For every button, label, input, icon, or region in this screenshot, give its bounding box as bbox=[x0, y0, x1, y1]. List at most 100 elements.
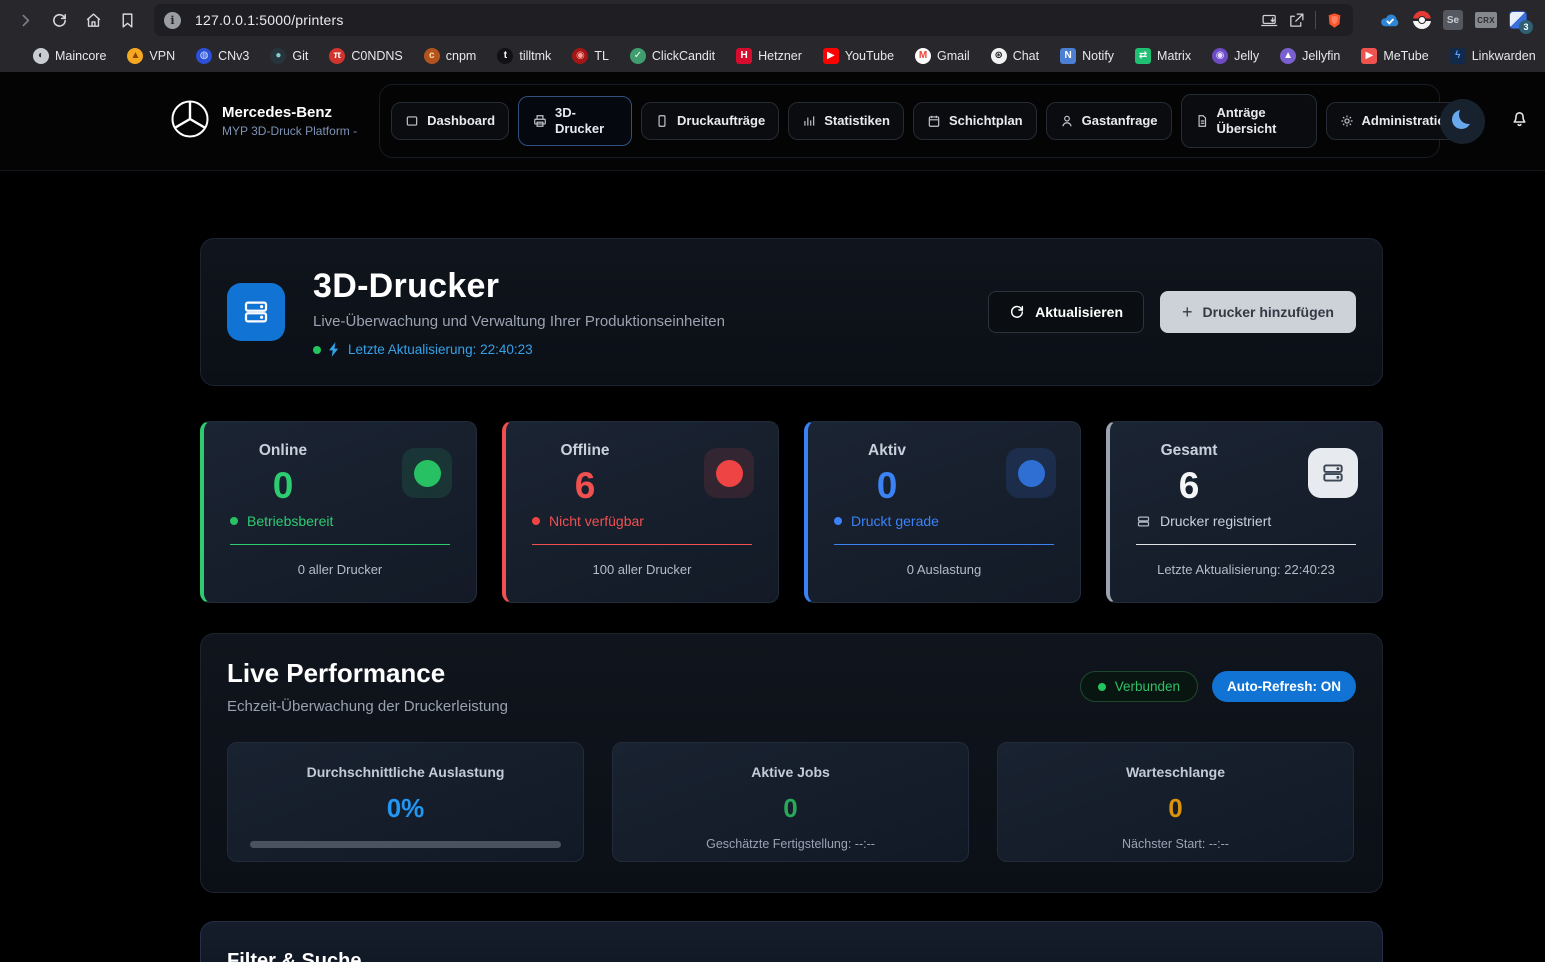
bookmark-label: Jellyfin bbox=[1302, 49, 1340, 63]
bookmark-item[interactable]: M Gmail bbox=[915, 48, 970, 64]
bookmark-item[interactable]: H Hetzner bbox=[736, 48, 802, 64]
divider bbox=[532, 544, 752, 545]
refresh-button[interactable]: Aktualisieren bbox=[988, 291, 1144, 333]
tab-group: Dashboard 3D-Drucker Druckaufträge Stati… bbox=[379, 84, 1440, 159]
bookmark-favicon: ⊛ bbox=[991, 48, 1007, 64]
printer-server-icon bbox=[1136, 514, 1151, 529]
page-subtitle: Live-Überwachung und Verwaltung Ihrer Pr… bbox=[313, 313, 725, 330]
bookmark-label: Linkwarden bbox=[1472, 49, 1536, 63]
tab-schichtplan[interactable]: Schichtplan bbox=[913, 102, 1037, 140]
filter-search-card: Filter & Suche bbox=[200, 921, 1383, 962]
tab-statistiken[interactable]: Statistiken bbox=[788, 102, 904, 140]
status-dot bbox=[532, 517, 540, 525]
browser-toolbar: i 127.0.0.1:5000/printers Se CRX 3 bbox=[0, 0, 1545, 40]
bookmark-label: Gmail bbox=[937, 49, 970, 63]
calendar-icon bbox=[927, 114, 941, 128]
live-performance-title: Live Performance bbox=[227, 658, 508, 689]
online-status-icon bbox=[402, 448, 452, 498]
bookmark-item[interactable]: π C0NDNS bbox=[329, 48, 402, 64]
live-performance-card: Live Performance Echzeit-Überwachung der… bbox=[200, 633, 1383, 893]
requests-icon bbox=[1195, 114, 1209, 128]
pokeball-icon[interactable] bbox=[1413, 11, 1431, 29]
bookmark-label: C0NDNS bbox=[351, 49, 402, 63]
guest-icon bbox=[1060, 114, 1074, 128]
divider bbox=[1136, 544, 1356, 545]
wallet-icon[interactable]: 3 bbox=[1509, 11, 1527, 29]
bookmark-favicon: H bbox=[736, 48, 752, 64]
bookmark-favicon: ▶ bbox=[1361, 48, 1377, 64]
share-icon[interactable] bbox=[1288, 12, 1305, 29]
bookmark-label: CNv3 bbox=[218, 49, 249, 63]
cloud-check-icon[interactable] bbox=[1379, 11, 1401, 29]
send-to-device-icon[interactable] bbox=[1261, 12, 1278, 29]
divider bbox=[230, 544, 450, 545]
tab-dashboard[interactable]: Dashboard bbox=[391, 102, 509, 140]
bookmark-item[interactable]: N Notify bbox=[1060, 48, 1114, 64]
offline-status-icon bbox=[704, 448, 754, 498]
aktiv-status-icon bbox=[1006, 448, 1056, 498]
refresh-icon bbox=[1009, 304, 1025, 320]
tab-gastanfrage[interactable]: Gastanfrage bbox=[1046, 102, 1172, 140]
bookmark-item[interactable]: ● Git bbox=[270, 48, 308, 64]
bookmark-favicon: ⇄ bbox=[1135, 48, 1151, 64]
theme-toggle[interactable] bbox=[1440, 99, 1485, 144]
printer-server-icon bbox=[1308, 448, 1358, 498]
bookmarks-bar: ◐ Maincore ▲ VPN ◍ CNv3 ● Git π C0NDNS c… bbox=[0, 40, 1545, 72]
tab-antraege-uebersicht[interactable]: Anträge Übersicht bbox=[1181, 94, 1317, 149]
bookmark-favicon: ϟ bbox=[1450, 48, 1466, 64]
forward-icon[interactable] bbox=[10, 5, 40, 35]
dashboard-icon bbox=[405, 114, 419, 128]
tab-3d-drucker[interactable]: 3D-Drucker bbox=[518, 96, 632, 147]
url-bar[interactable]: i 127.0.0.1:5000/printers bbox=[154, 4, 1353, 36]
bookmark-item[interactable]: ◐ Maincore bbox=[33, 48, 106, 64]
tab-druckauftraege[interactable]: Druckaufträge bbox=[641, 102, 779, 140]
selenium-icon[interactable]: Se bbox=[1443, 10, 1463, 30]
bookmark-favicon: ◉ bbox=[1212, 48, 1228, 64]
bookmark-item[interactable]: ◍ CNv3 bbox=[196, 48, 249, 64]
brand[interactable]: Mercedes-Benz MYP 3D-Druck Platform - bbox=[170, 99, 357, 144]
metric-warteschlange: Warteschlange 0 Nächster Start: --:-- bbox=[997, 742, 1354, 862]
home-icon[interactable] bbox=[78, 5, 108, 35]
metric-aktive-jobs: Aktive Jobs 0 Geschätzte Fertigstellung:… bbox=[612, 742, 969, 862]
bookmark-item[interactable]: t tilltmk bbox=[497, 48, 551, 64]
page-header-card: 3D-Drucker Live-Überwachung und Verwaltu… bbox=[200, 238, 1383, 386]
info-icon[interactable]: i bbox=[164, 12, 181, 29]
bookmark-item[interactable]: ▶ MeTube bbox=[1361, 48, 1428, 64]
app-navbar: Mercedes-Benz MYP 3D-Druck Platform - Da… bbox=[0, 72, 1545, 171]
bookmark-item[interactable]: ▶ YouTube bbox=[823, 48, 894, 64]
bolt-icon bbox=[329, 342, 340, 357]
bell-icon[interactable] bbox=[1509, 108, 1530, 134]
add-printer-button[interactable]: + Drucker hinzufügen bbox=[1160, 291, 1356, 333]
bookmark-item[interactable]: ◉ Jelly bbox=[1212, 48, 1259, 64]
main-content: 3D-Drucker Live-Überwachung und Verwaltu… bbox=[200, 238, 1383, 962]
bookmark-item[interactable]: ◉ TL bbox=[572, 48, 609, 64]
bookmark-item[interactable]: c cnpm bbox=[424, 48, 477, 64]
bookmark-item[interactable]: ▲ VPN bbox=[127, 48, 175, 64]
connected-badge: Verbunden bbox=[1080, 671, 1198, 702]
reload-icon[interactable] bbox=[44, 5, 74, 35]
brave-shield-icon[interactable] bbox=[1326, 12, 1343, 29]
bookmark-label: TL bbox=[594, 49, 609, 63]
statistics-icon bbox=[802, 114, 816, 128]
bookmark-item[interactable]: ✓ ClickCandit bbox=[630, 48, 715, 64]
crx-icon[interactable]: CRX bbox=[1475, 12, 1497, 28]
bookmark-favicon: ▶ bbox=[823, 48, 839, 64]
bookmark-favicon: N bbox=[1060, 48, 1076, 64]
bookmark-item[interactable]: ▲ Jellyfin bbox=[1280, 48, 1340, 64]
bookmark-icon[interactable] bbox=[112, 5, 142, 35]
bookmark-favicon: ◍ bbox=[196, 48, 212, 64]
bookmark-item[interactable]: ϟ Linkwarden bbox=[1450, 48, 1536, 64]
mercedes-star-icon bbox=[170, 99, 210, 144]
bookmark-item[interactable]: ⇄ Matrix bbox=[1135, 48, 1191, 64]
brand-title: Mercedes-Benz bbox=[222, 104, 357, 121]
bookmark-favicon: ◐ bbox=[33, 48, 49, 64]
status-dot bbox=[834, 517, 842, 525]
url-text[interactable]: 127.0.0.1:5000/printers bbox=[195, 12, 344, 28]
bookmark-item[interactable]: ⊛ Chat bbox=[991, 48, 1039, 64]
auto-refresh-toggle[interactable]: Auto-Refresh: ON bbox=[1212, 671, 1356, 702]
bookmark-label: VPN bbox=[149, 49, 175, 63]
bookmark-label: Jelly bbox=[1234, 49, 1259, 63]
gear-icon bbox=[1340, 114, 1354, 128]
extension-badge: 3 bbox=[1519, 20, 1533, 34]
bookmark-favicon: ▲ bbox=[1280, 48, 1296, 64]
